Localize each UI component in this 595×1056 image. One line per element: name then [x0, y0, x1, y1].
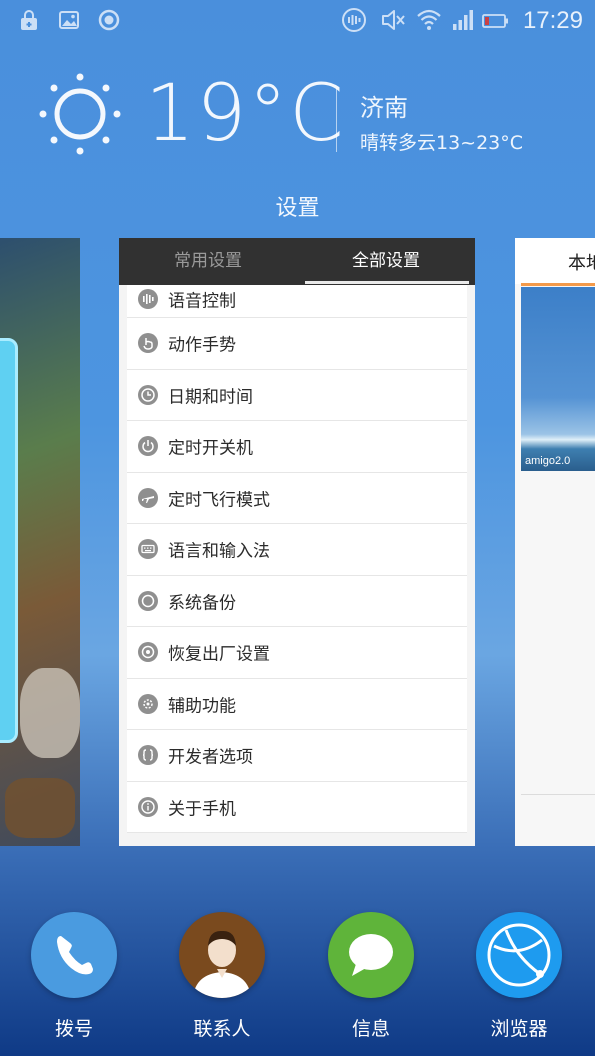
settings-item-label: 定时飞行模式	[168, 490, 270, 511]
battery-icon	[482, 11, 510, 31]
settings-item-label: 动作手势	[168, 335, 236, 356]
sun-icon	[36, 70, 124, 158]
settings-item-label: 关于手机	[168, 799, 236, 820]
dock-item-contacts[interactable]: 联系人	[167, 912, 277, 1041]
forecast: 晴转多云13~23°C	[360, 132, 524, 154]
settings-tab-bar: 常用设置 全部设置	[119, 238, 475, 285]
temperature: 19°C	[145, 69, 346, 159]
dock-item-messages[interactable]: 信息	[316, 912, 426, 1041]
settings-item-scheduled-airplane[interactable]: 定时飞行模式	[127, 472, 467, 524]
right-card-header: 本地	[515, 238, 595, 284]
settings-item-scheduled-power[interactable]: 定时开关机	[127, 421, 467, 473]
game-artwork	[20, 268, 70, 358]
settings-item-label: 恢复出厂设置	[168, 644, 270, 665]
voice-control-icon	[138, 289, 158, 309]
voice-icon	[341, 7, 367, 33]
reset-icon	[138, 642, 158, 663]
phone-icon	[31, 912, 117, 998]
signal-icon	[451, 8, 475, 32]
game-panel	[0, 338, 18, 743]
clock: 17:29	[522, 7, 583, 34]
airplane-icon	[138, 487, 158, 508]
message-icon	[328, 912, 414, 998]
settings-item-accessibility[interactable]: 辅助功能	[127, 678, 467, 730]
recent-app-title: 设置	[275, 196, 320, 221]
power-icon	[138, 436, 158, 457]
thumbnail-caption: amigo2.0	[525, 455, 571, 467]
settings-item-label: 语音控制	[168, 291, 236, 312]
settings-item-label: 定时开关机	[168, 438, 253, 459]
right-card-title: 本地	[568, 253, 595, 274]
dock: 拨号 联系人 信息 浏览器	[0, 900, 595, 1056]
dock-item-dialer[interactable]: 拨号	[19, 912, 129, 1041]
backup-icon	[138, 590, 158, 611]
tab-common-settings[interactable]: 常用设置	[119, 238, 297, 285]
dock-label: 信息	[351, 1018, 390, 1040]
city-name: 济南	[360, 94, 408, 122]
settings-item-label: 辅助功能	[168, 696, 236, 717]
recent-card-settings[interactable]: 常用设置 全部设置 语音控制 动作手势 日期和时间 定时开关机 定时飞行模式 语…	[119, 238, 475, 846]
image-icon	[58, 9, 80, 31]
settings-item-factory-reset[interactable]: 恢复出厂设置	[127, 627, 467, 679]
gesture-icon	[138, 333, 158, 354]
game-prop	[5, 778, 75, 838]
settings-item-developer[interactable]: 开发者选项	[127, 730, 467, 782]
dock-label: 浏览器	[490, 1018, 548, 1040]
recent-card-right[interactable]: 本地 amigo2.0	[515, 238, 595, 846]
settings-item-about-phone[interactable]: 关于手机	[127, 781, 467, 833]
mute-icon	[380, 7, 406, 33]
right-card-tab-indicator	[521, 283, 595, 286]
tab-all-settings[interactable]: 全部设置	[297, 238, 475, 285]
accessibility-icon	[138, 693, 158, 714]
info-icon	[138, 796, 158, 817]
game-character	[20, 668, 80, 758]
dock-label: 拨号	[54, 1018, 93, 1040]
status-bar: 17:29	[0, 0, 595, 42]
recent-card-left[interactable]	[0, 238, 80, 846]
wifi-icon	[416, 7, 442, 33]
browser-icon	[476, 912, 562, 998]
settings-item-date-time[interactable]: 日期和时间	[127, 369, 467, 421]
settings-item-backup[interactable]: 系统备份	[127, 575, 467, 627]
settings-item-label: 语言和输入法	[168, 541, 270, 562]
tab-active-indicator	[305, 281, 469, 284]
settings-item-label: 系统备份	[168, 593, 236, 614]
clock-icon	[138, 384, 158, 405]
right-card-divider	[521, 794, 595, 795]
settings-item-label: 日期和时间	[168, 387, 253, 408]
record-icon	[98, 9, 120, 31]
settings-item-language-input[interactable]: 语言和输入法	[127, 524, 467, 576]
dock-item-browser[interactable]: 浏览器	[464, 912, 574, 1041]
settings-item-voice-control[interactable]: 语音控制	[127, 285, 467, 318]
settings-list: 语音控制 动作手势 日期和时间 定时开关机 定时飞行模式 语言和输入法 系统备份	[127, 285, 467, 833]
settings-item-label: 开发者选项	[168, 747, 253, 768]
dock-label: 联系人	[193, 1018, 251, 1040]
settings-item-gesture[interactable]: 动作手势	[127, 318, 467, 370]
contact-icon	[179, 912, 265, 998]
wallpaper-thumbnail[interactable]	[521, 287, 595, 471]
keyboard-icon	[138, 539, 158, 560]
weather-divider	[336, 88, 337, 152]
lock-icon	[18, 9, 40, 31]
developer-icon	[138, 745, 158, 766]
